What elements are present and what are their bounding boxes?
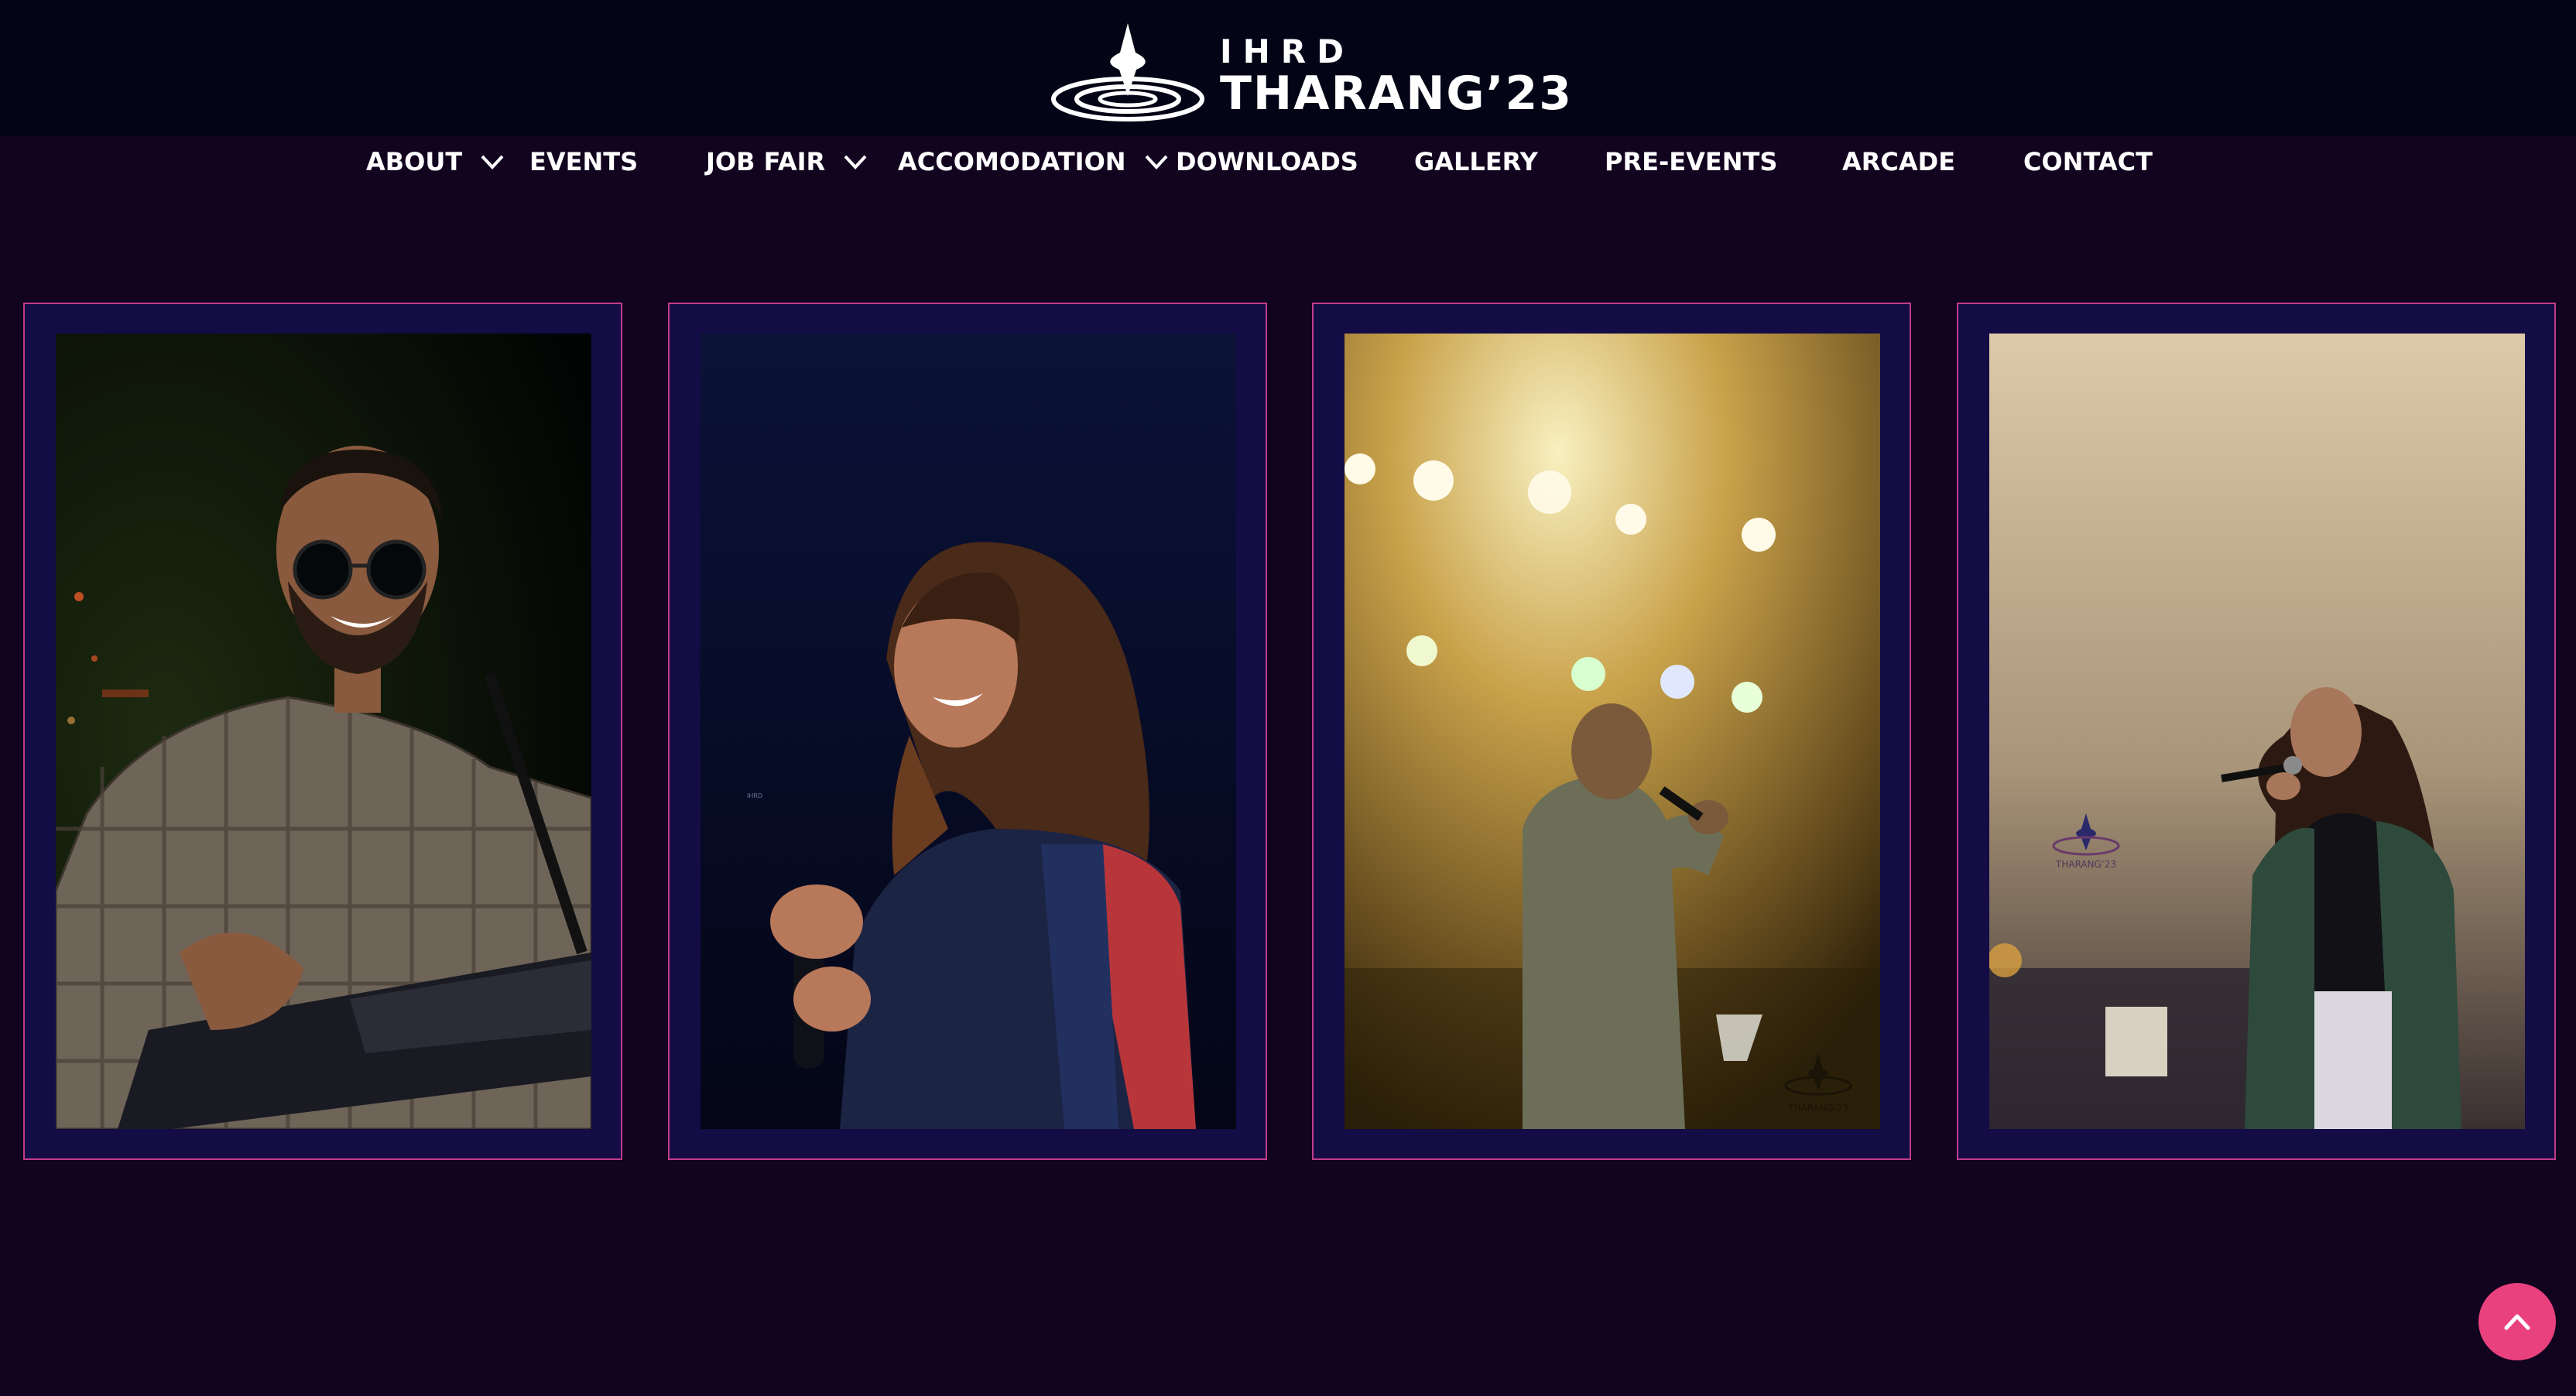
logo-text-tharang: THARANG’23 [1220,67,1573,121]
gallery-card[interactable]: IHRD [668,303,1267,1160]
nav-item-gallery[interactable]: GALLERY [1414,147,1538,176]
nav-item-label: ARCADE [1842,147,1956,176]
photo-watermark-text: THARANG’23 [2055,859,2116,870]
nav-item-events[interactable]: EVENTS [529,147,638,176]
gallery-card[interactable] [23,303,622,1160]
nav-item-downloads[interactable]: DOWNLOADS [1176,147,1358,176]
gallery-photo-singer-smoke[interactable]: THARANG’23 [1989,334,2525,1129]
nav-item-about[interactable]: ABOUT [366,147,505,176]
nav-item-arcade[interactable]: ARCADE [1842,147,1955,176]
site-logo[interactable]: IHRD THARANG’23 [1046,22,1571,130]
nav-item-label: JOB FAIR [706,147,826,176]
logo-mark-icon [1051,23,1204,121]
nav-item-label: DOWNLOADS [1176,147,1358,176]
gallery-card[interactable]: THARANG’23 [1312,303,1911,1160]
nav-item-label: EVENTS [529,147,639,176]
nav-item-label: ABOUT [366,147,463,176]
nav-item-label: PRE-EVENTS [1605,147,1778,176]
main-nav: ABOUT EVENTS JOB FAIR ACCOMODATION DOWNL… [0,136,2576,190]
logo-text-ihrd: IHRD [1220,33,1355,70]
gallery-photo-female-singer[interactable]: IHRD [701,334,1236,1129]
nav-item-label: CONTACT [2023,147,2153,176]
nav-item-contact[interactable]: CONTACT [2023,147,2153,176]
nav-item-pre-events[interactable]: PRE-EVENTS [1605,147,1777,176]
nav-item-accomodation[interactable]: ACCOMODATION [898,147,1170,176]
chevron-down-icon [1145,155,1168,169]
header-bar: IHRD THARANG’23 [0,0,2576,136]
nav-item-job-fair[interactable]: JOB FAIR [706,147,868,176]
chevron-up-icon [2504,1314,2530,1330]
photo-watermark-text: THARANG’23 [1787,1103,1848,1114]
gallery-card[interactable]: THARANG’23 [1957,303,2556,1160]
scroll-to-top-button[interactable] [2478,1283,2556,1360]
gallery-photo-male-singer[interactable]: THARANG’23 [1345,334,1880,1129]
photo-watermark-text: IHRD [747,792,762,799]
nav-item-label: GALLERY [1414,147,1538,176]
nav-item-label: ACCOMODATION [898,147,1126,176]
chevron-down-icon [844,155,867,169]
chevron-down-icon [481,155,504,169]
gallery-photo-guitarist[interactable] [56,334,591,1129]
